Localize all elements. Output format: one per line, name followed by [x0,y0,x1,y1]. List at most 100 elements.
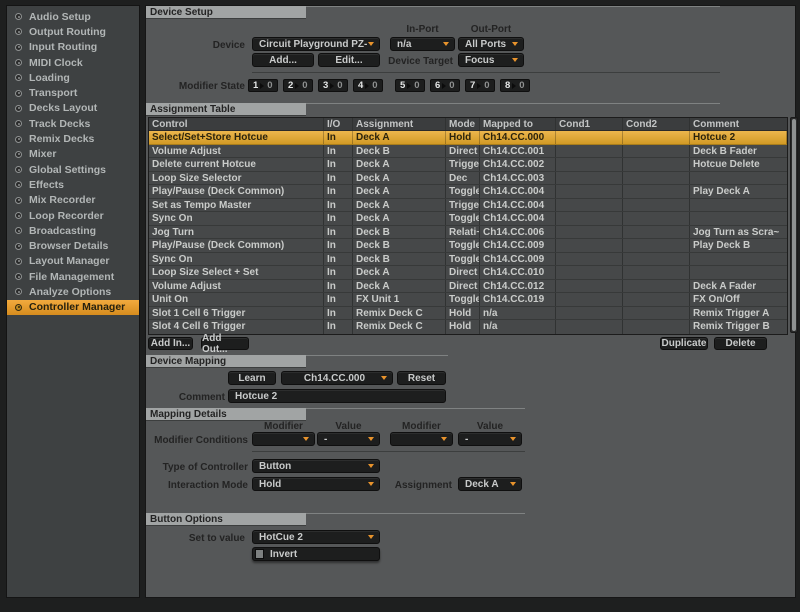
table-row[interactable]: Unit On In FX Unit 1 Toggle Ch14.CC.019 … [149,293,787,307]
cell-comment [690,266,787,279]
add-device-button[interactable]: Add... [252,53,314,67]
device-dropdown[interactable]: Circuit Playground PZ-1 [252,37,380,51]
sidebar-item[interactable]: Track Decks [7,116,139,131]
cell-mapped-to: Ch14.CC.004 [480,199,556,212]
sidebar-item[interactable]: Output Routing [7,24,139,39]
out-port-dropdown[interactable]: All Ports [458,37,524,51]
set-to-value-label: Set to value [115,533,245,544]
modifier2-dropdown[interactable] [390,432,453,446]
sidebar-item[interactable]: Global Settings [7,162,139,177]
add-in-button[interactable]: Add In... [148,337,193,350]
table-row[interactable]: Sync On In Deck A Toggle Ch14.CC.004 [149,212,787,226]
cell-control: Play/Pause (Deck Common) [149,239,324,252]
comment-input[interactable]: Hotcue 2 [228,389,446,403]
table-row[interactable]: Play/Pause (Deck Common) In Deck B Toggl… [149,239,787,253]
cell-mapped-to: Ch14.CC.004 [480,185,556,198]
radio-icon [15,120,22,127]
reset-button[interactable]: Reset [397,371,446,385]
table-row[interactable]: Delete current Hotcue In Deck A Trigger … [149,158,787,172]
modifier-state-label: Modifier State [140,81,245,92]
sidebar-item-label: Controller Manager [29,301,125,313]
cell-cond2 [623,266,690,279]
sidebar-item-label: Layout Manager [29,255,110,267]
sidebar-item[interactable]: MIDI Clock [7,55,139,70]
value2-dropdown[interactable]: - [458,432,522,446]
value1-dropdown[interactable]: - [317,432,380,446]
table-row[interactable]: Slot 1 Cell 6 Trigger In Remix Deck C Ho… [149,307,787,321]
chevron-down-icon [368,482,374,486]
sidebar-item[interactable]: Decks Layout [7,101,139,116]
interaction-mode-dropdown[interactable]: Hold [252,477,380,491]
sidebar-item[interactable]: Analyze Options [7,284,139,299]
table-row[interactable]: Sync On In Deck B Toggle Ch14.CC.009 [149,253,787,267]
assignment-dropdown[interactable]: Deck A [458,477,522,491]
table-row[interactable]: Select/Set+Store Hotcue In Deck A Hold C… [149,131,787,145]
table-row[interactable]: Volume Adjust In Deck A Direct Ch14.CC.0… [149,280,787,294]
cell-cond1 [556,253,623,266]
sidebar-item[interactable]: Browser Details [7,238,139,253]
sidebar-item[interactable]: Mix Recorder [7,193,139,208]
sidebar-item-label: Browser Details [29,240,108,252]
sidebar-item[interactable]: File Management [7,269,139,284]
sidebar-item[interactable]: Audio Setup [7,9,139,24]
delete-button[interactable]: Delete [714,337,767,350]
device-target-dropdown[interactable]: Focus [458,53,524,67]
modifier-value: 0 [302,80,307,91]
modifier-state-badge: 5 0 [395,79,425,92]
table-row[interactable]: Jog Turn In Deck B Relati~ Ch14.CC.006 J… [149,226,787,240]
sidebar-item[interactable]: Transport [7,85,139,100]
sidebar-item[interactable]: Loop Recorder [7,208,139,223]
mapped-message-dropdown[interactable]: Ch14.CC.000 [281,371,393,385]
in-port-dropdown[interactable]: n/a [390,37,455,51]
table-row[interactable]: Loop Size Selector In Deck A Dec Ch14.CC… [149,172,787,186]
section-header-device-mapping: Device Mapping [146,355,306,368]
cell-cond1 [556,145,623,158]
modifier-conditions-label: Modifier Conditions [115,435,248,446]
cell-comment: Hotcue Delete [690,158,787,171]
table-scrollbar-thumb[interactable] [792,119,796,331]
modifier-value: 0 [267,80,272,91]
invert-control: Invert [252,547,380,561]
preferences-window: Audio Setup Output Routing Input Routing… [0,0,800,612]
cell-mapped-to: n/a [480,320,556,334]
sidebar-item[interactable]: Layout Manager [7,254,139,269]
sidebar-item[interactable]: Input Routing [7,40,139,55]
sidebar-item[interactable]: Mixer [7,147,139,162]
cell-comment: Jog Turn as Scra~ [690,226,787,239]
sidebar-item-label: Output Routing [29,26,106,38]
table-row[interactable]: Slot 4 Cell 6 Trigger In Remix Deck C Ho… [149,320,787,334]
duplicate-button[interactable]: Duplicate [660,337,708,350]
modifier-value: 0 [372,80,377,91]
table-scrollbar[interactable] [790,117,798,333]
cell-io: In [324,239,353,252]
learn-button[interactable]: Learn [228,371,276,385]
sidebar-item[interactable]: Broadcasting [7,223,139,238]
table-row[interactable]: Play/Pause (Deck Common) In Deck A Toggl… [149,185,787,199]
set-to-value-dropdown[interactable]: HotCue 2 [252,530,380,544]
table-row[interactable]: Volume Adjust In Deck B Direct Ch14.CC.0… [149,145,787,159]
cell-io: In [324,158,353,171]
cell-assignment: Deck B [353,239,446,252]
divider [252,72,720,73]
sidebar-item[interactable]: Effects [7,177,139,192]
cell-mode: Trigger [446,158,480,171]
cell-cond1 [556,185,623,198]
cell-cond2 [623,253,690,266]
modifier1-dropdown[interactable] [252,432,315,446]
sidebar-item[interactable]: Remix Decks [7,131,139,146]
invert-checkbox[interactable] [255,549,264,559]
chevron-down-icon [368,464,374,468]
cell-mapped-to: Ch14.CC.006 [480,226,556,239]
sidebar-item[interactable]: Loading [7,70,139,85]
sidebar-item-label: File Management [29,271,114,283]
add-out-button[interactable]: Add Out... [201,337,249,350]
table-row[interactable]: Set as Tempo Master In Deck A Trigger Ch… [149,199,787,213]
section-line [306,513,525,514]
table-row[interactable]: Loop Size Select + Set In Deck A Direct … [149,266,787,280]
assignment-table-body: Select/Set+Store Hotcue In Deck A Hold C… [149,131,787,334]
cell-control: Jog Turn [149,226,324,239]
cell-assignment: Deck A [353,158,446,171]
modifier-state-row: 1 0 2 0 3 0 4 0 5 [248,79,530,92]
sidebar-item[interactable]: Controller Manager [7,300,139,315]
type-of-controller-dropdown[interactable]: Button [252,459,380,473]
